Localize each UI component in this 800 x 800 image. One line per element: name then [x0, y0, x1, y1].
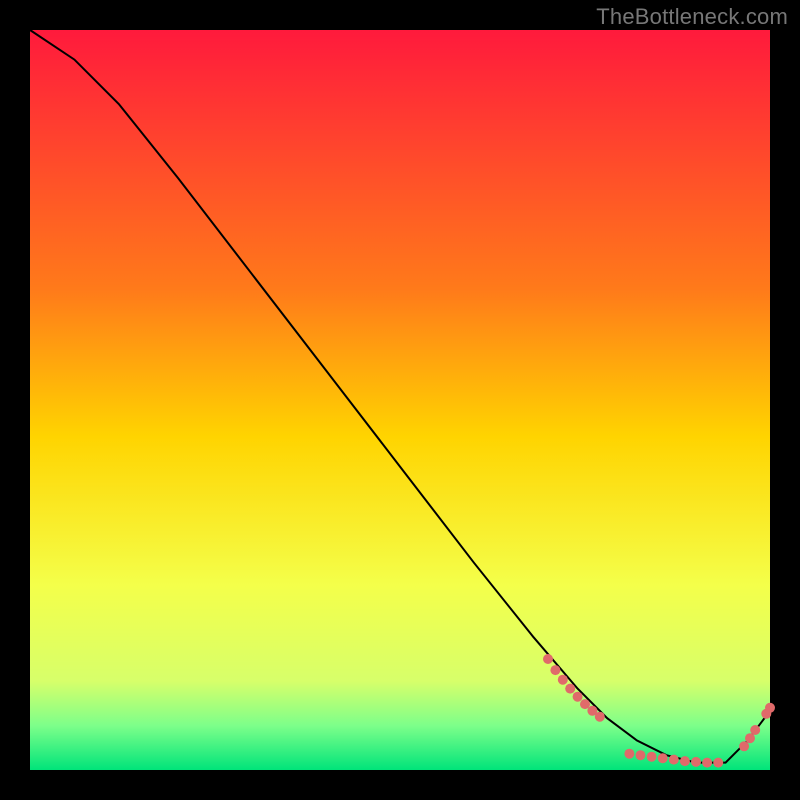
data-point	[691, 757, 701, 767]
data-point	[702, 758, 712, 768]
data-point	[550, 665, 560, 675]
data-point	[595, 712, 605, 722]
gradient-background	[30, 30, 770, 770]
data-point	[580, 699, 590, 709]
data-point	[765, 703, 775, 713]
watermark-text: TheBottleneck.com	[596, 4, 788, 30]
data-point	[669, 755, 679, 765]
data-point	[624, 749, 634, 759]
bottleneck-chart	[0, 0, 800, 800]
data-point	[713, 758, 723, 768]
data-point	[750, 725, 760, 735]
data-point	[565, 684, 575, 694]
data-point	[739, 741, 749, 751]
data-point	[558, 675, 568, 685]
data-point	[636, 750, 646, 760]
data-point	[658, 753, 668, 763]
data-point	[573, 692, 583, 702]
data-point	[543, 654, 553, 664]
data-point	[647, 752, 657, 762]
data-point	[680, 756, 690, 766]
